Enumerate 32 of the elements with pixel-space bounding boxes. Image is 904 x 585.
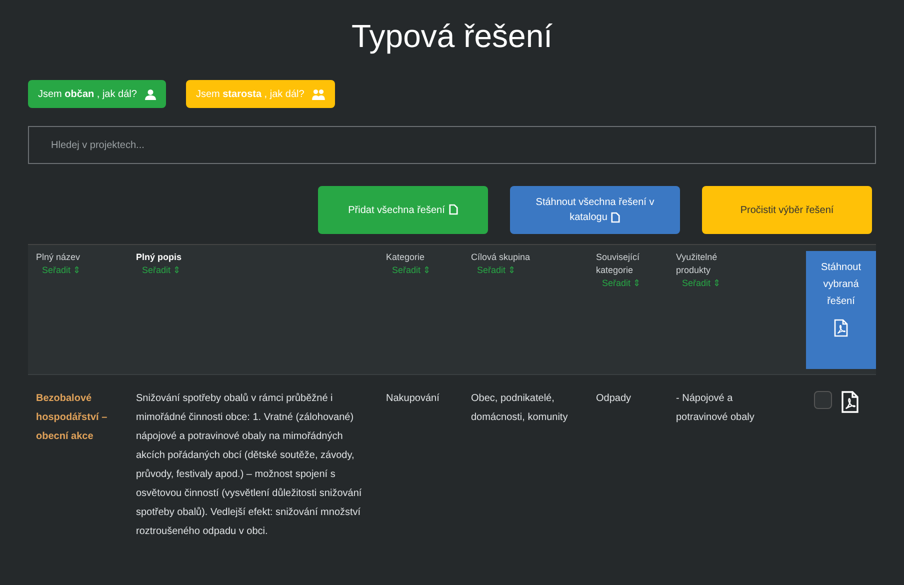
sort-link[interactable]: Seřadit ⇕ [386, 264, 432, 278]
column-heading: Cílová skupina [471, 251, 532, 264]
sort-link[interactable]: Seřadit ⇕ [36, 264, 82, 278]
solution-name[interactable]: Bezobalové hospodářství – obecní akce [36, 389, 136, 541]
people-icon [312, 88, 326, 100]
table-cell-text: Odpady [596, 392, 632, 406]
column-heading: Využitelné produkty [676, 251, 718, 277]
column-heading: Plný popis [136, 251, 183, 264]
action-button[interactable]: Pročistit výběr řešení [702, 186, 872, 234]
table-cell-text: Obec, podnikatelé, domácnosti, komunity [471, 392, 569, 425]
search-field[interactable]: Hledej v projektech... [28, 126, 876, 164]
page-title: Typová řešení [350, 17, 554, 56]
table-cell-text: - Nápojové a potravinové obaly [676, 392, 756, 425]
download-selected-button[interactable]: Stáhnout vybraná řešení [806, 251, 876, 369]
action-button[interactable]: Přidat všechna řešení [318, 186, 488, 234]
column-heading: Kategorie [386, 251, 426, 264]
pdf-file-icon [833, 318, 849, 338]
file-icon [611, 212, 620, 223]
file-icon [448, 204, 458, 216]
pdf-add-icon [840, 389, 860, 415]
table-cell-text: Nakupování [386, 392, 440, 406]
sort-link[interactable]: Seřadit ⇕ [676, 277, 722, 290]
column-heading: Plný název [36, 251, 82, 264]
user-icon [144, 88, 156, 100]
table-cell-text: Snižování spotřeby obalů v rámci průběžné i mimořádné činnosti obce: 1. Vratné (zálohované) nápojové a potravinové obaly na mimořádných akcích pořádaných obcí (dětské soutěže, závody, průvody, festivaly apod.) – možnost spojení s osvětovou činností (vysvětlení důležitosti snižování spotřeby obalů). Vedlejší efekt: snižování množství roztroušeného odpadu v obci. [136, 392, 363, 539]
action-button[interactable]: Stáhnout všechna řešení v katalogu [510, 186, 680, 234]
sort-link[interactable]: Seřadit ⇕ [596, 277, 642, 290]
select-checkbox[interactable] [814, 391, 832, 409]
sort-link[interactable]: Seřadit ⇕ [471, 264, 516, 278]
sort-link[interactable]: Seřadit ⇕ [136, 264, 182, 278]
column-heading: Související kategorie [596, 251, 641, 277]
role-button[interactable]: Jsem občan , jak dál? [28, 80, 166, 108]
